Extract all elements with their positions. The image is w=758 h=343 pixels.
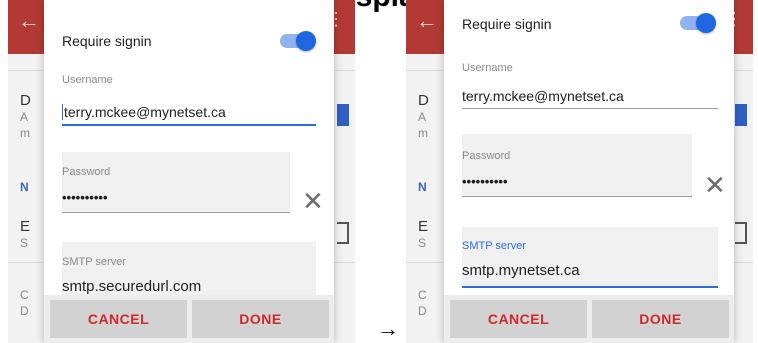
username-input[interactable]: terry.mckee@mynetset.ca xyxy=(462,88,624,104)
done-button[interactable]: DONE xyxy=(192,300,329,338)
require-signin-label: Require signin xyxy=(62,33,152,49)
bg-checkbox xyxy=(337,104,349,126)
bg-text: m xyxy=(20,126,30,140)
dialog-actions: CANCEL DONE xyxy=(444,295,734,343)
dialog-actions: CANCEL DONE xyxy=(44,295,334,343)
transition-arrow: → xyxy=(377,316,399,341)
arrow-left-icon[interactable]: ← xyxy=(416,8,438,34)
bg-text: N xyxy=(20,180,29,194)
smtp-dialog: Require signin Username terry.mckee@myne… xyxy=(44,0,334,343)
bg-text: m xyxy=(418,126,428,140)
bg-text: C xyxy=(20,288,29,302)
bg-text: C xyxy=(418,288,427,302)
bg-checkbox xyxy=(735,222,747,244)
username-input[interactable]: terry.mckee@mynetset.ca xyxy=(64,104,226,120)
text-cursor xyxy=(62,104,63,120)
password-input[interactable]: •••••••••• xyxy=(462,174,508,189)
username-underline xyxy=(62,124,316,126)
smtp-dialog: Require signin Username terry.mckee@myne… xyxy=(444,0,734,343)
username-underline xyxy=(462,108,718,109)
arrow-left-icon[interactable]: ← xyxy=(18,8,40,34)
bg-checkbox xyxy=(735,104,747,126)
close-icon[interactable]: ✕ xyxy=(704,172,726,198)
bg-checkbox xyxy=(337,222,349,244)
cancel-button[interactable]: CANCEL xyxy=(50,300,187,338)
bg-text: S xyxy=(20,236,29,250)
smtp-server-input[interactable]: smtp.mynetset.ca xyxy=(462,262,580,279)
done-button[interactable]: DONE xyxy=(592,300,729,338)
bg-text: D xyxy=(418,304,427,318)
username-label: Username xyxy=(462,62,513,74)
require-signin-label: Require signin xyxy=(462,16,552,32)
toggle-knob[interactable] xyxy=(296,31,316,51)
smtp-server-input[interactable]: smtp.securedurl.com xyxy=(62,278,201,295)
bg-text: A xyxy=(20,110,29,124)
bg-text: N xyxy=(418,180,427,194)
screenshot-before: ← ⋮ D A m N E S C D Require signin Usern… xyxy=(8,0,355,343)
bg-text: D xyxy=(20,304,29,318)
smtp-server-label: SMTP server xyxy=(62,256,126,268)
password-underline xyxy=(62,212,290,213)
password-label: Password xyxy=(462,150,511,162)
password-underline xyxy=(462,196,692,197)
bg-text: D xyxy=(20,92,31,109)
close-icon[interactable]: ✕ xyxy=(302,188,324,214)
bg-text: E xyxy=(418,218,429,235)
password-label: Password xyxy=(62,166,111,178)
cancel-button[interactable]: CANCEL xyxy=(450,300,587,338)
bg-text: D xyxy=(418,92,429,109)
smtp-server-underline xyxy=(462,286,718,288)
password-input[interactable]: •••••••••• xyxy=(62,190,108,205)
bg-text: A xyxy=(418,110,427,124)
bg-text: S xyxy=(418,236,427,250)
smtp-server-label: SMTP server xyxy=(462,240,526,252)
toggle-knob[interactable] xyxy=(696,13,716,33)
username-label: Username xyxy=(62,74,113,86)
screenshot-after: ← ⋮ D A m N E S C D Require signin Usern… xyxy=(406,0,753,343)
bg-text: E xyxy=(20,218,31,235)
